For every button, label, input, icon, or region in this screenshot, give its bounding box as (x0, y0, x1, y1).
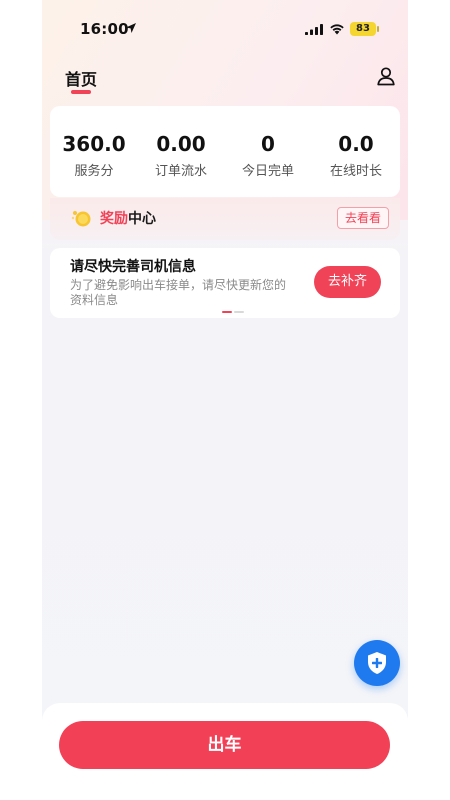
coin-icon (71, 211, 91, 227)
stat-value: 0.0 (338, 132, 374, 156)
stat-label: 今日完单 (241, 164, 294, 179)
reward-view-button[interactable]: 去看看 (337, 207, 389, 229)
carousel-indicator-active (222, 311, 232, 313)
battery-cap (377, 26, 379, 32)
reward-title-rest: 中心 (128, 211, 156, 227)
stat-label: 在线时长 (329, 164, 382, 179)
location-arrow-icon (126, 23, 136, 33)
bottom-panel: 出车 (42, 703, 408, 800)
tab-home[interactable]: 首页 (65, 66, 97, 90)
stat-value: 360.0 (62, 132, 126, 156)
tab-home-indicator (71, 90, 91, 94)
wifi-icon (330, 24, 344, 35)
driver-info-card: 请尽快完善司机信息 为了避免影响出车接单，请尽快更新您的资料信息 去补齐 (50, 248, 400, 318)
signal-icon (305, 24, 323, 35)
stat-value: 0.00 (156, 132, 206, 156)
info-card-description: 为了避免影响出车接单，请尽快更新您的资料信息 (70, 278, 287, 307)
depart-button[interactable]: 出车 (59, 721, 390, 769)
stat-value: 0 (261, 132, 275, 156)
info-card-title: 请尽快完善司机信息 (70, 259, 196, 275)
stat-label: 服务分 (74, 164, 114, 179)
status-time: 16:00 (80, 20, 129, 38)
safety-button[interactable] (354, 640, 400, 686)
app-screen: 16:00 83 首页 360.0 服务分 0.00 订单流水 0 今日完单 0… (42, 0, 408, 800)
complete-info-button[interactable]: 去补齐 (314, 266, 381, 298)
reward-center-banner[interactable]: 奖励中心 去看看 (50, 198, 400, 240)
stat-label: 订单流水 (154, 164, 207, 179)
battery-indicator: 83 (350, 22, 376, 36)
stats-card: 360.0 服务分 0.00 订单流水 0 今日完单 0.0 在线时长 (50, 106, 400, 197)
user-icon[interactable] (376, 66, 396, 86)
carousel-indicator (234, 311, 244, 313)
shield-plus-icon (368, 652, 386, 674)
reward-title: 奖励中心 (100, 208, 156, 228)
reward-title-highlight: 奖励 (100, 211, 128, 227)
